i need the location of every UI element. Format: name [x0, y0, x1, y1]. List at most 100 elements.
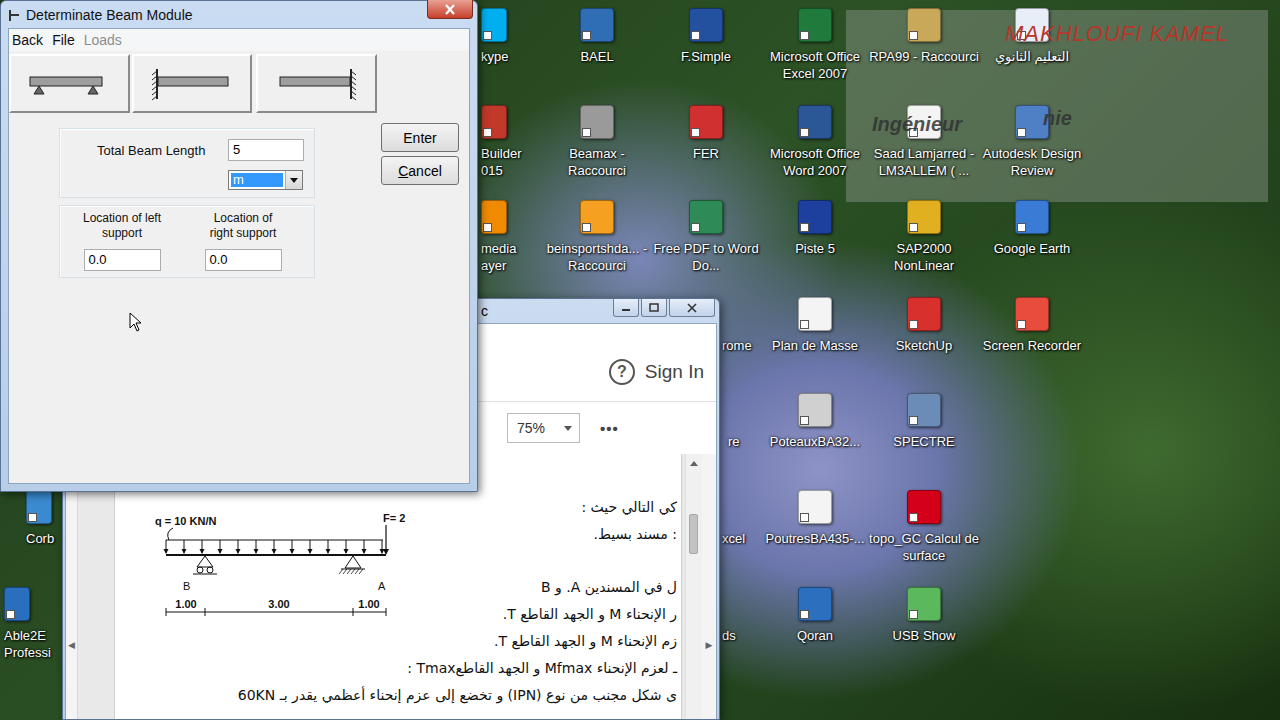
desktop-icon[interactable]: RPA99 - Raccourci [869, 8, 979, 65]
beam-type-button[interactable] [256, 54, 377, 113]
icon-spacer [728, 393, 738, 427]
app-icon [798, 8, 832, 42]
dialog-button[interactable]: Cancel [381, 156, 459, 185]
icon-label: xcel [722, 530, 772, 547]
app-icon [798, 587, 832, 621]
shape [152, 96, 157, 100]
shape [362, 549, 367, 554]
expand-left-button[interactable]: ◀ [68, 639, 75, 719]
shortcut-arrow-icon [691, 128, 700, 137]
minimize-button[interactable] [613, 299, 639, 317]
shape [272, 549, 277, 554]
shortcut-arrow-icon [483, 31, 492, 40]
desktop-icon[interactable]: Corb [26, 490, 60, 547]
desktop-icon[interactable]: Piste 5 [760, 200, 870, 257]
shape [351, 91, 356, 95]
app-icon [580, 8, 614, 42]
menu-item[interactable]: File [51, 30, 82, 50]
unit-dropdown[interactable]: m [228, 170, 303, 190]
shortcut-arrow-icon [800, 513, 809, 522]
icon-label: Free PDF to Word Do... [651, 240, 761, 274]
support-input[interactable]: 0.0 [84, 249, 161, 271]
maximize-button[interactable] [641, 299, 667, 317]
desktop-icon[interactable]: Free PDF to Word Do... [651, 200, 761, 274]
desktop-icon[interactable]: re [728, 393, 768, 450]
scroll-up-button[interactable] [686, 454, 702, 472]
close-button[interactable] [669, 299, 715, 317]
desktop-icon[interactable]: Able2E Professi [4, 587, 62, 661]
force-label: F= 20 KN [383, 512, 405, 524]
shortcut-arrow-icon [1017, 320, 1026, 329]
desktop-icon[interactable]: BAEL [542, 8, 652, 65]
shape [290, 549, 295, 554]
span-label: 1.00 [175, 598, 196, 610]
icon-label: F.Simple [651, 48, 761, 65]
up-arrow-icon [690, 461, 698, 466]
more-menu-button[interactable]: ••• [600, 420, 619, 437]
desktop-icon[interactable]: xcel [722, 490, 772, 547]
shape [446, 5, 454, 14]
desktop-icon[interactable]: Qoran [760, 587, 870, 644]
desktop-icon[interactable]: topo_GC Calcul de surface [869, 490, 979, 564]
app-icon [689, 200, 723, 234]
support-input[interactable]: 0.0 [205, 249, 282, 271]
mnemonic: C [398, 163, 408, 179]
beam-type-button[interactable] [132, 54, 252, 113]
icon-label: Piste 5 [760, 240, 870, 257]
desktop-icon[interactable]: ds [722, 587, 762, 644]
spacer [60, 170, 228, 190]
beam-type-button[interactable] [9, 54, 130, 113]
desktop-icon[interactable]: media ayer [481, 200, 529, 274]
help-button[interactable]: ? [609, 359, 635, 385]
desktop-icon[interactable]: PoteauxBA32... [760, 393, 870, 450]
desktop-icon[interactable]: SPECTRE [869, 393, 979, 450]
dialog-button[interactable]: Enter [381, 123, 459, 152]
desktop-icon[interactable]: rome [722, 297, 772, 354]
icon-label: Saad Lamjarred - LM3ALLEM ( ... [869, 145, 979, 179]
watermark-caption: Ingénieur [872, 112, 962, 136]
desktop-icon[interactable]: SAP2000 NonLinear [869, 200, 979, 274]
dropdown-button[interactable] [285, 171, 302, 189]
shape [688, 304, 696, 312]
watermark-caption: nie [1043, 106, 1072, 130]
length-input[interactable]: 5 [228, 139, 304, 161]
desktop-icon[interactable]: FER [651, 105, 761, 162]
shape [9, 10, 11, 21]
app-icon [798, 393, 832, 427]
desktop-icon[interactable]: F.Simple [651, 8, 761, 65]
desktop-icon[interactable]: PoutresBA435-... [760, 490, 870, 547]
app-icon [798, 490, 832, 524]
desktop-icon[interactable]: Plan de Masse [760, 297, 870, 354]
support-field: Location of right support0.0 [188, 211, 298, 273]
sign-in-link[interactable]: Sign In [645, 359, 704, 385]
shape [30, 77, 102, 86]
icon-spacer [722, 490, 732, 524]
expand-right-button[interactable]: ▶ [706, 639, 713, 719]
desktop-icon[interactable]: Builder 015 [481, 105, 533, 179]
desktop-icon[interactable]: Google Earth [977, 200, 1087, 257]
shortcut-arrow-icon [582, 223, 591, 232]
icon-label: Beamax - Raccourci [542, 145, 652, 179]
app-icon [481, 8, 507, 42]
menu-item[interactable]: Back [11, 30, 50, 50]
app-icon [907, 297, 941, 331]
desktop-icon[interactable]: USB Show [869, 587, 979, 644]
desktop-icon[interactable]: Microsoft Office Word 2007 [760, 105, 870, 179]
support-label: B [183, 580, 190, 592]
desktop-icon[interactable]: Screen Recorder [977, 297, 1087, 354]
watermark-name: MAKHLOUFI KAMEL [1005, 22, 1229, 46]
close-button[interactable] [427, 0, 473, 19]
desktop-icon[interactable]: Beamax - Raccourci [542, 105, 652, 179]
icon-label: Corb [26, 530, 60, 547]
zoom-dropdown[interactable]: 75% [507, 413, 580, 443]
desktop-icon[interactable]: kype [481, 8, 521, 65]
dropdown-arrow-icon [290, 178, 298, 183]
desktop-icon[interactable]: SketchUp [869, 297, 979, 354]
desktop-icon[interactable]: beinsportshda... - Raccourci [542, 200, 652, 274]
desktop-icon[interactable]: Microsoft Office Excel 2007 [760, 8, 870, 82]
icon-label: ds [722, 627, 762, 644]
shape [197, 567, 203, 573]
icon-label: Autodesk Design Review [977, 145, 1087, 179]
window-controls [613, 299, 715, 317]
scroll-thumb[interactable] [689, 514, 698, 554]
